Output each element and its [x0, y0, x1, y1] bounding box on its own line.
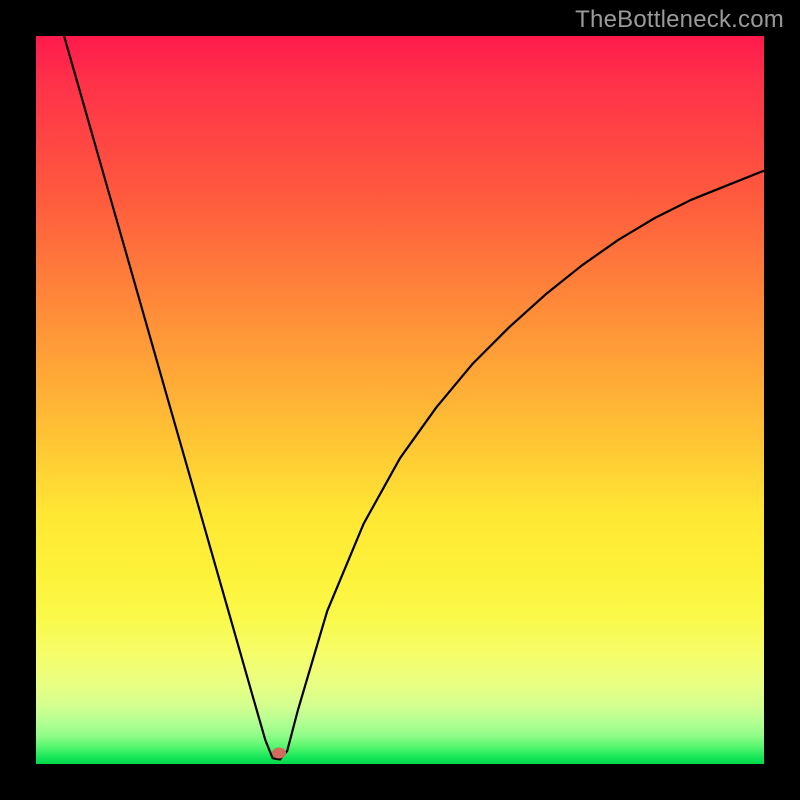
- bottleneck-curve: [36, 36, 764, 764]
- plot-area: [36, 36, 764, 764]
- curve-path: [36, 36, 764, 760]
- attribution-label: TheBottleneck.com: [575, 6, 784, 34]
- optimum-marker-icon: [272, 748, 286, 759]
- chart-stage: TheBottleneck.com: [0, 0, 800, 800]
